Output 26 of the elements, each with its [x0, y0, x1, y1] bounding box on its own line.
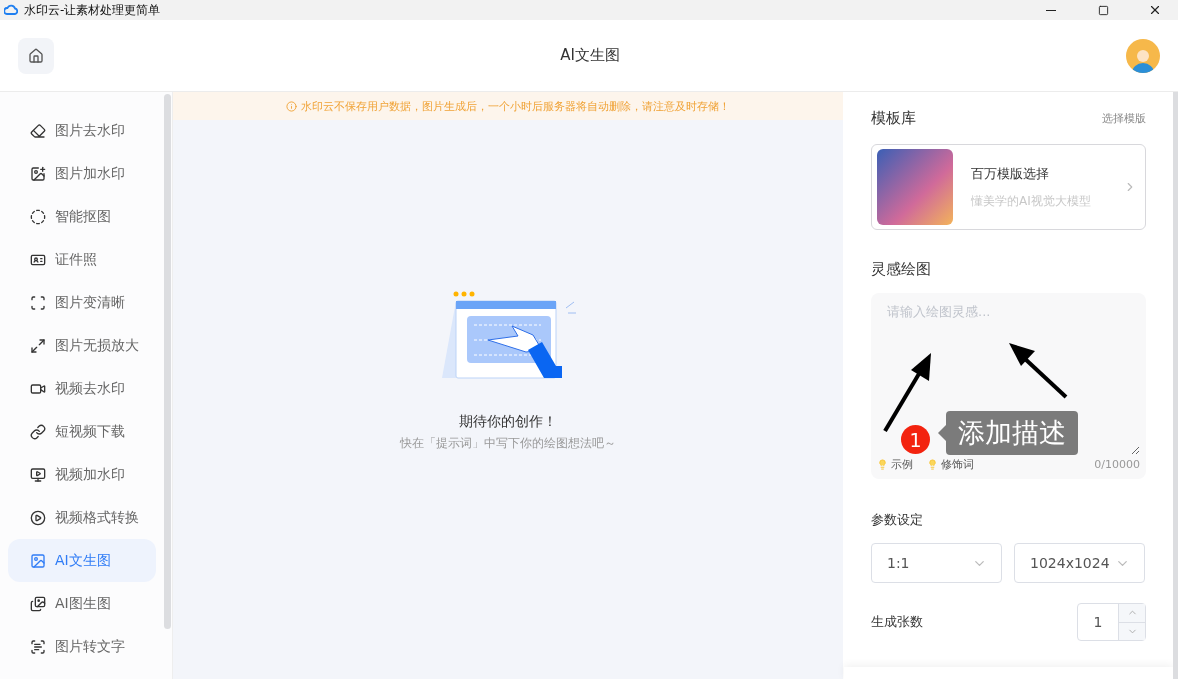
sidebar-item-label: 短视频下载 [55, 422, 125, 441]
section-title: 灵感绘图 [871, 260, 931, 279]
sidebar-item-label: 图片去水印 [55, 121, 125, 140]
sidebar-item-label: AI图生图 [55, 594, 111, 613]
section-label: 参数设定 [871, 512, 923, 527]
sidebar-item-label: 图片变清晰 [55, 293, 125, 312]
sidebar-item-label: 证件照 [55, 250, 97, 269]
notice-text: 水印云不保存用户数据，图片生成后，一个小时后服务器将自动删除，请注意及时存储！ [301, 98, 730, 114]
empty-state-subtitle: 快在「提示词」中写下你的绘图想法吧～ [400, 434, 616, 452]
sidebar-item-label: 图片转文字 [55, 637, 125, 656]
sidebar-item-label: AI文生图 [55, 551, 111, 570]
sidebar-item-label: 图片加水印 [55, 164, 125, 183]
template-card-title: 百万模版选择 [971, 164, 1050, 183]
sidebar-item-label: 图片无损放大 [55, 336, 139, 355]
count-label: 生成张数 [871, 613, 923, 631]
sidebar-item-label: 视频加水印 [55, 465, 125, 484]
annotation-tooltip: 添加描述 [946, 411, 1078, 455]
sidebar-item-label: 视频格式转换 [55, 508, 139, 527]
character-count: 0/10000 [1094, 457, 1140, 471]
empty-state-title: 期待你的创作！ [459, 412, 557, 431]
page-title: AI文生图 [559, 46, 621, 65]
sidebar-item-label: 智能抠图 [55, 207, 111, 226]
section-title: 模板库 [871, 109, 916, 128]
sidebar-item-label: 视频去水印 [55, 379, 125, 398]
step-badge: 1 [901, 425, 930, 454]
window-title: 水印云-让素材处理更简单 [24, 1, 162, 19]
